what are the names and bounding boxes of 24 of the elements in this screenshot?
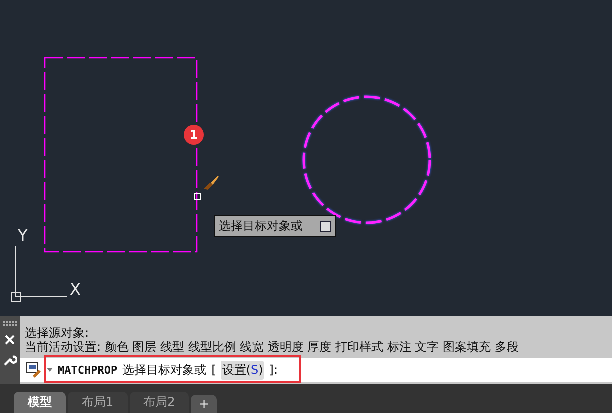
add-layout-tab[interactable]: + bbox=[191, 395, 218, 413]
pickbox-icon bbox=[194, 194, 202, 200]
layout-tab[interactable]: 模型 bbox=[14, 392, 66, 413]
caret-icon[interactable] bbox=[47, 368, 53, 372]
close-icon[interactable] bbox=[5, 335, 15, 345]
wrench-icon[interactable] bbox=[3, 353, 17, 367]
tooltip-text: 选择目标对象或 bbox=[219, 218, 303, 234]
x-axis-label: X bbox=[70, 282, 81, 298]
brush-icon bbox=[204, 176, 219, 190]
settings-option-link[interactable]: 设置(S) bbox=[221, 360, 264, 380]
layout-tab[interactable]: 布局1 bbox=[68, 392, 128, 413]
y-axis-label: Y bbox=[18, 228, 28, 244]
expand-icon[interactable] bbox=[320, 220, 331, 232]
command-history-line: 当前活动设置: 颜色 图层 线型 线型比例 线宽 透明度 厚度 打印样式 标注 文字 图案填充 多段 bbox=[25, 340, 520, 354]
step-badge: 1 bbox=[184, 125, 204, 145]
ucs-axes-icon bbox=[12, 246, 68, 302]
command-name: MATCHPROP bbox=[58, 364, 118, 376]
bracket: [ bbox=[212, 363, 216, 377]
command-icon[interactable] bbox=[26, 362, 42, 378]
bracket: ]: bbox=[269, 363, 278, 377]
command-prompt: 选择目标对象或 bbox=[122, 362, 207, 378]
grip-icon[interactable] bbox=[3, 321, 17, 327]
layout-tab[interactable]: 布局2 bbox=[130, 392, 190, 413]
command-history-line: 选择源对象: bbox=[25, 326, 90, 340]
